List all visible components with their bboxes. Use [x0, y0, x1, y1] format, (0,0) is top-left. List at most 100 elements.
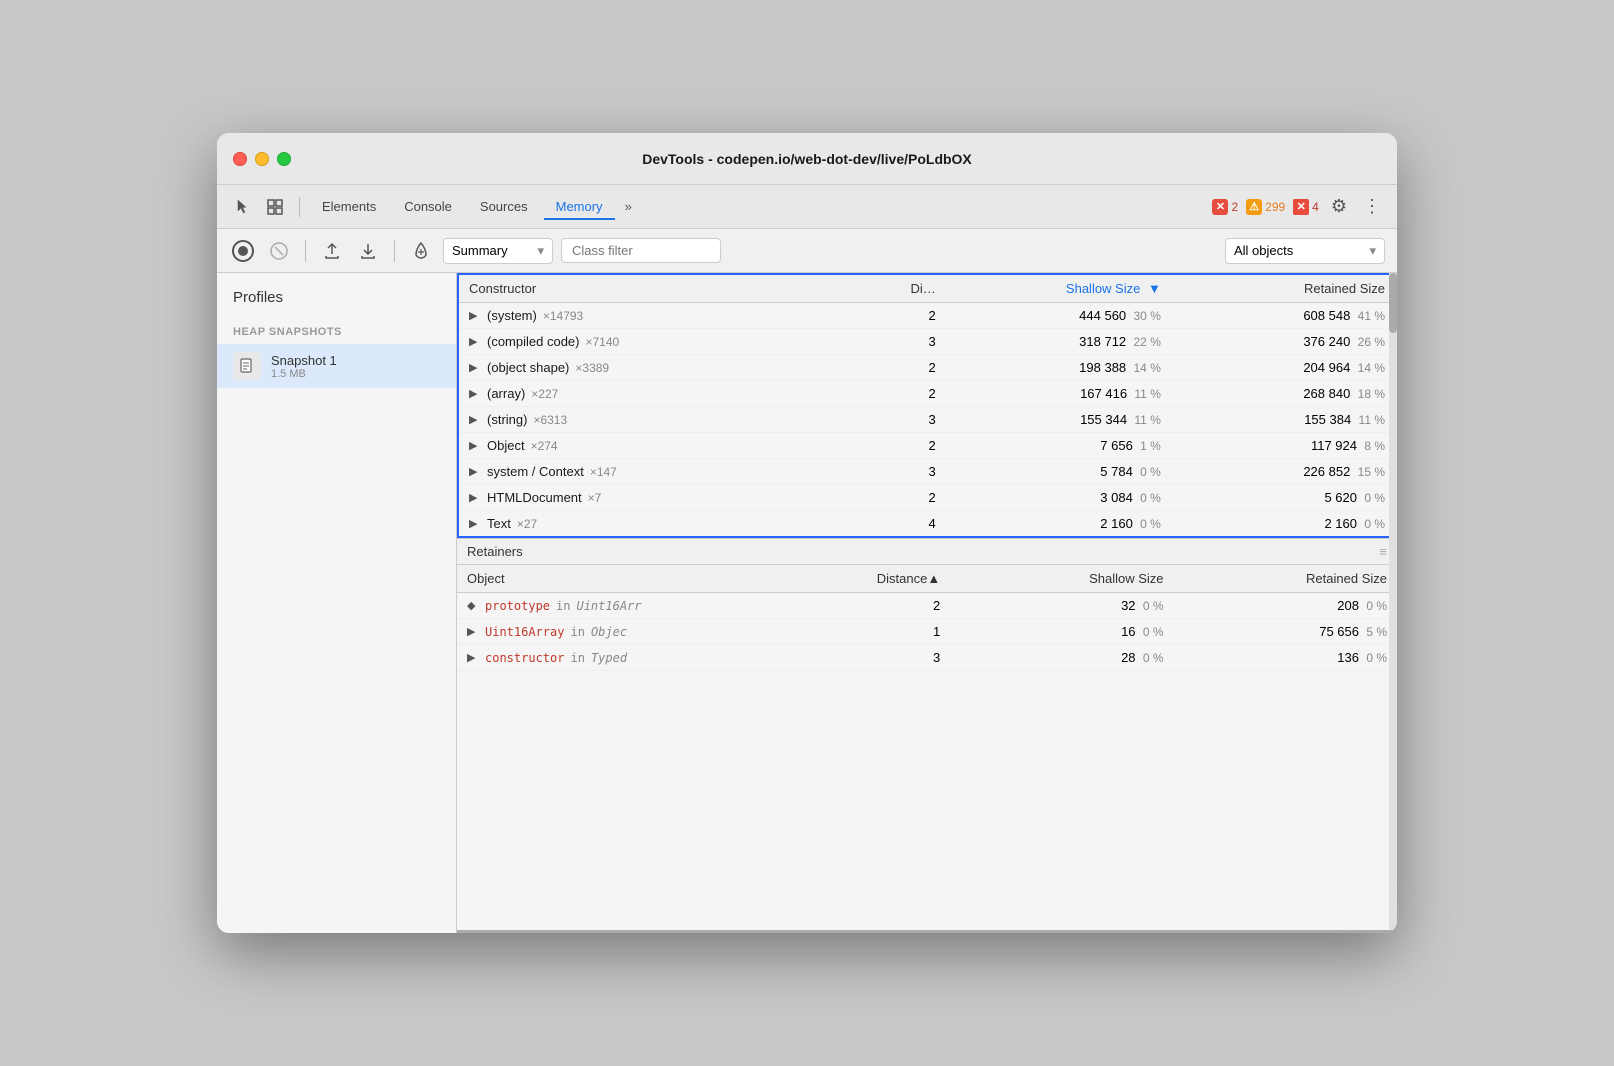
ret-shallow-0: 32 0 %	[950, 593, 1173, 619]
scrollbar[interactable]	[1389, 273, 1397, 930]
ret-distance-0: 2	[867, 593, 950, 619]
ret-shallow-pct-0: 0 %	[1140, 599, 1164, 613]
info-badge: ✕ 4	[1293, 199, 1319, 215]
col-header-constructor[interactable]: Constructor	[458, 274, 871, 303]
expand-arrow-6[interactable]: ▶	[469, 465, 481, 478]
distance-cell-4: 3	[871, 407, 946, 433]
devtools-window: DevTools - codepen.io/web-dot-dev/live/P…	[217, 133, 1397, 933]
upload-button[interactable]	[318, 237, 346, 265]
retainer-expand-2[interactable]: ▶	[467, 651, 479, 664]
constructor-cell-4: ▶ (string) ×6313	[458, 407, 871, 433]
expand-arrow-5[interactable]: ▶	[469, 439, 481, 452]
shallow-cell-0: 444 560 30 %	[946, 303, 1171, 329]
heap-row[interactable]: ▶ (object shape) ×3389 2 198 388 14 % 20…	[458, 355, 1396, 381]
retained-pct-2: 14 %	[1354, 361, 1385, 375]
summary-dropdown-arrow: ▾	[537, 243, 544, 259]
more-options-icon[interactable]: ⋮	[1359, 192, 1385, 221]
retainer-context-2: Typed	[591, 651, 627, 665]
ret-retained-pct-1: 5 %	[1363, 625, 1387, 639]
retainers-label: Retainers	[467, 544, 523, 559]
expand-arrow-1[interactable]: ▶	[469, 335, 481, 348]
expand-arrow-7[interactable]: ▶	[469, 491, 481, 504]
retained-cell-1: 376 240 26 %	[1171, 329, 1396, 355]
tab-console[interactable]: Console	[392, 193, 464, 220]
constructor-cell-1: ▶ (compiled code) ×7140	[458, 329, 871, 355]
cursor-icon[interactable]	[229, 193, 257, 221]
constructor-name-5: Object	[487, 438, 525, 453]
retained-pct-1: 26 %	[1354, 335, 1385, 349]
heap-row[interactable]: ▶ (array) ×227 2 167 416 11 % 268 840 18…	[458, 381, 1396, 407]
retainer-row[interactable]: ◆ prototype in Uint16Arr 2 32 0 % 208 0 …	[457, 593, 1397, 619]
tab-elements[interactable]: Elements	[310, 193, 388, 220]
heap-row[interactable]: ▶ (compiled code) ×7140 3 318 712 22 % 3…	[458, 329, 1396, 355]
constructor-count-6: ×147	[590, 465, 617, 479]
retained-pct-8: 0 %	[1361, 517, 1385, 531]
constructor-count-8: ×27	[517, 517, 537, 531]
close-button[interactable]	[233, 152, 247, 166]
snapshot-info: Snapshot 1 1.5 MB	[271, 353, 337, 380]
ret-shallow-pct-1: 0 %	[1140, 625, 1164, 639]
class-filter-input[interactable]	[561, 238, 721, 263]
minimize-button[interactable]	[255, 152, 269, 166]
shallow-pct-0: 30 %	[1130, 309, 1161, 323]
data-area: Constructor Di… Shallow Size ▼ Retained …	[457, 273, 1397, 933]
col-header-retained[interactable]: Retained Size	[1171, 274, 1396, 303]
heap-row[interactable]: ▶ Object ×274 2 7 656 1 % 117 924 8 %	[458, 433, 1396, 459]
retainers-table: Object Distance▲ Shallow Size Retained S…	[457, 565, 1397, 671]
expand-arrow-0[interactable]: ▶	[469, 309, 481, 322]
sidebar: Profiles HEAP SNAPSHOTS Snapshot 1 1.5 M…	[217, 273, 457, 933]
shallow-pct-5: 1 %	[1137, 439, 1161, 453]
constructor-name-3: (array)	[487, 386, 525, 401]
constructor-count-5: ×274	[531, 439, 558, 453]
tab-bar-right: ✕ 2 ⚠ 299 ✕ 4 ⚙ ⋮	[1212, 192, 1385, 221]
heap-row[interactable]: ▶ (string) ×6313 3 155 344 11 % 155 384 …	[458, 407, 1396, 433]
ret-col-object[interactable]: Object	[457, 565, 867, 593]
constructor-count-4: ×6313	[533, 413, 567, 427]
shallow-cell-7: 3 084 0 %	[946, 485, 1171, 511]
collect-garbage-button[interactable]	[407, 237, 435, 265]
snapshot-1-item[interactable]: Snapshot 1 1.5 MB	[217, 344, 456, 388]
inspector-icon[interactable]	[261, 193, 289, 221]
ret-shallow-pct-2: 0 %	[1140, 651, 1164, 665]
expand-arrow-3[interactable]: ▶	[469, 387, 481, 400]
ret-col-distance[interactable]: Distance▲	[867, 565, 950, 593]
heap-row[interactable]: ▶ system / Context ×147 3 5 784 0 % 226 …	[458, 459, 1396, 485]
tab-more-button[interactable]: »	[619, 195, 638, 218]
distance-cell-1: 3	[871, 329, 946, 355]
ret-retained-pct-2: 0 %	[1363, 651, 1387, 665]
shallow-cell-5: 7 656 1 %	[946, 433, 1171, 459]
snapshot-icon	[233, 352, 261, 380]
record-button[interactable]	[229, 237, 257, 265]
settings-icon[interactable]: ⚙	[1327, 192, 1351, 221]
retainer-in-0: in	[556, 599, 570, 613]
heap-row[interactable]: ▶ HTMLDocument ×7 2 3 084 0 % 5 620 0 %	[458, 485, 1396, 511]
summary-dropdown[interactable]: Summary ▾	[443, 238, 553, 264]
tab-memory[interactable]: Memory	[544, 193, 615, 220]
scrollbar-thumb[interactable]	[1389, 273, 1397, 333]
shallow-pct-7: 0 %	[1137, 491, 1161, 505]
col-header-shallow[interactable]: Shallow Size ▼	[946, 274, 1171, 303]
ret-col-shallow[interactable]: Shallow Size	[950, 565, 1173, 593]
clear-button[interactable]	[265, 237, 293, 265]
distance-cell-5: 2	[871, 433, 946, 459]
retainer-row[interactable]: ▶ constructor in Typed 3 28 0 % 136 0 %	[457, 645, 1397, 671]
expand-arrow-4[interactable]: ▶	[469, 413, 481, 426]
retainer-expand-1[interactable]: ▶	[467, 625, 479, 638]
retainer-name-0: prototype	[485, 599, 550, 613]
ret-col-retained[interactable]: Retained Size	[1174, 565, 1397, 593]
retainer-row[interactable]: ▶ Uint16Array in Objec 1 16 0 % 75 656 5…	[457, 619, 1397, 645]
sort-arrow-icon: ▼	[1148, 281, 1161, 296]
heap-row[interactable]: ▶ Text ×27 4 2 160 0 % 2 160 0 %	[458, 511, 1396, 538]
retainer-in-2: in	[570, 651, 584, 665]
retainer-expand-0[interactable]: ◆	[467, 599, 479, 612]
expand-arrow-2[interactable]: ▶	[469, 361, 481, 374]
constructor-count-2: ×3389	[575, 361, 609, 375]
maximize-button[interactable]	[277, 152, 291, 166]
col-header-distance[interactable]: Di…	[871, 274, 946, 303]
warn-badge: ⚠ 299	[1246, 199, 1285, 215]
tab-sources[interactable]: Sources	[468, 193, 540, 220]
download-button[interactable]	[354, 237, 382, 265]
all-objects-dropdown[interactable]: All objects ▾	[1225, 238, 1385, 264]
heap-row[interactable]: ▶ (system) ×14793 2 444 560 30 % 608 548…	[458, 303, 1396, 329]
expand-arrow-8[interactable]: ▶	[469, 517, 481, 530]
